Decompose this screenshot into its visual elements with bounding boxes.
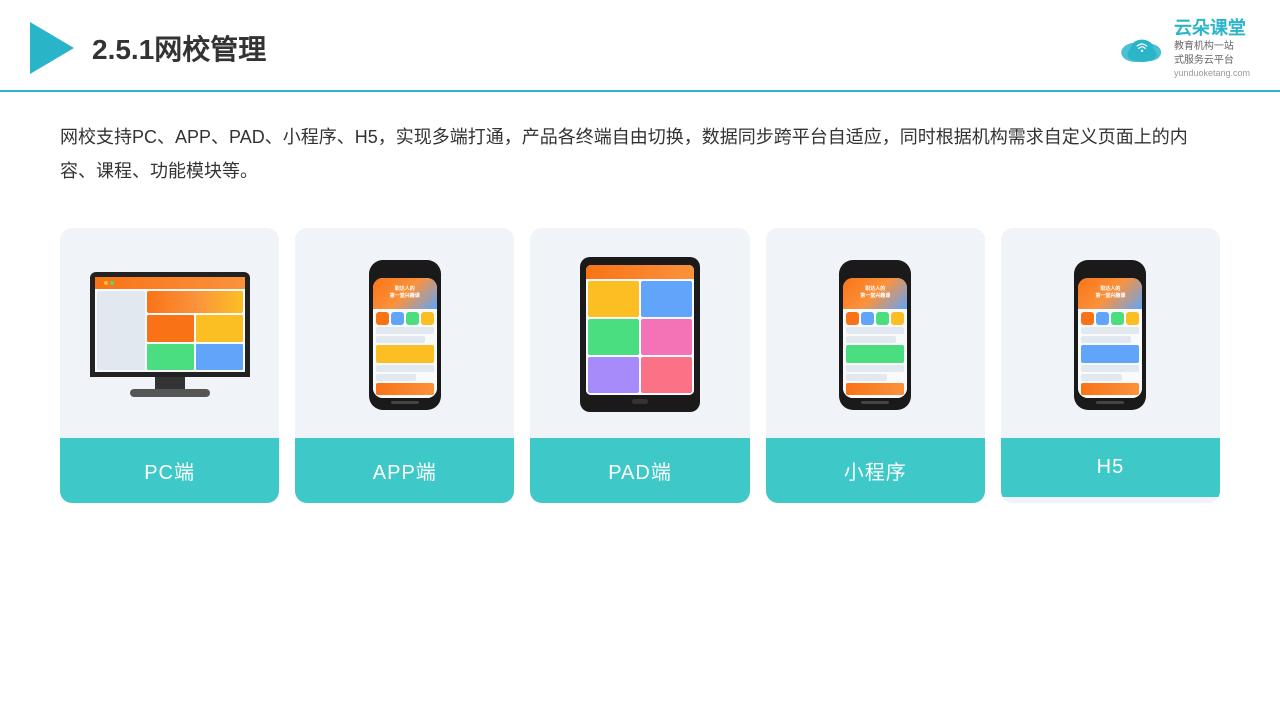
pc-neck: [155, 377, 185, 389]
card-pc-image: [60, 228, 279, 438]
brand-url: yunduoketang.com: [1174, 68, 1250, 78]
notch-banner-text: 职达人的第一堂兴趣课: [390, 286, 420, 300]
brand-sub-2: 式服务云平台: [1174, 54, 1234, 68]
h5-phone-notch-top: [1078, 264, 1142, 276]
pc-monitor: [90, 272, 250, 377]
card-miniprogram-label: 小程序: [766, 438, 985, 503]
h5-phone-screen: 职达人的第一堂兴趣课: [1078, 278, 1142, 398]
tablet-mockup: [580, 257, 700, 412]
miniprogram-phone-bottom-bar: [861, 401, 889, 404]
pc-device-mockup: [90, 272, 250, 397]
header-left: 2.5.1网校管理: [30, 22, 266, 74]
description-text: 网校支持PC、APP、PAD、小程序、H5，实现多端打通，产品各终端自由切换，数…: [0, 92, 1280, 198]
card-pc: PC端: [60, 228, 279, 503]
pc-screen-content: [95, 289, 245, 372]
card-miniprogram: 职达人的第一堂兴趣课: [766, 228, 985, 503]
phone-bottom-bar: [391, 401, 419, 404]
phone-notch-screen: 职达人的第一堂兴趣课: [373, 278, 437, 398]
miniprogram-screen-body: [843, 309, 907, 398]
notch-screen-body: [373, 309, 437, 398]
card-pc-label: PC端: [60, 438, 279, 503]
app-phone-mockup: 职达人的第一堂兴趣课: [369, 260, 441, 410]
pc-screen-top: [95, 277, 245, 289]
tablet-screen-content: [586, 279, 694, 395]
miniprogram-phone-mockup: 职达人的第一堂兴趣课: [839, 260, 911, 410]
header: 2.5.1网校管理 云朵课堂 教育机构一站 式服务云平台 yunduoketa: [0, 0, 1280, 92]
card-app: 职达人的第一堂兴趣课: [295, 228, 514, 503]
h5-phone-bottom-bar: [1096, 401, 1124, 404]
card-h5-label: H5: [1001, 438, 1220, 497]
pc-base: [130, 389, 210, 397]
tablet-home-button: [632, 399, 648, 404]
brand-sub-1: 教育机构一站: [1174, 40, 1234, 54]
tablet-screen-header: [586, 265, 694, 279]
miniprogram-banner: 职达人的第一堂兴趣课: [843, 278, 907, 309]
phone-notch-cutout: [394, 267, 416, 273]
cloud-icon: [1118, 30, 1166, 66]
card-h5: 职达人的第一堂兴趣课: [1001, 228, 1220, 503]
brand-logo: 云朵课堂 教育机构一站 式服务云平台 yunduoketang.com: [1118, 18, 1250, 78]
card-app-image: 职达人的第一堂兴趣课: [295, 228, 514, 438]
page-title: 2.5.1网校管理: [92, 28, 266, 68]
phone-notch-top: [373, 264, 437, 276]
miniprogram-banner-text: 职达人的第一堂兴趣课: [860, 286, 890, 300]
pc-screen: [95, 277, 245, 372]
h5-banner-text: 职达人的第一堂兴趣课: [1095, 286, 1125, 300]
notch-banner: 职达人的第一堂兴趣课: [373, 278, 437, 309]
miniprogram-phone-notch-top: [843, 264, 907, 276]
brand-text-block: 云朵课堂 教育机构一站 式服务云平台 yunduoketang.com: [1174, 18, 1250, 78]
card-miniprogram-image: 职达人的第一堂兴趣课: [766, 228, 985, 438]
miniprogram-phone-notch-cutout: [864, 267, 886, 273]
header-right: 云朵课堂 教育机构一站 式服务云平台 yunduoketang.com: [1118, 18, 1250, 78]
h5-phone-mockup: 职达人的第一堂兴趣课: [1074, 260, 1146, 410]
h5-phone-notch-cutout: [1099, 267, 1121, 273]
miniprogram-phone-screen: 职达人的第一堂兴趣课: [843, 278, 907, 398]
card-pad-image: [530, 228, 749, 438]
h5-banner: 职达人的第一堂兴趣课: [1078, 278, 1142, 309]
card-pad: PAD端: [530, 228, 749, 503]
logo-triangle-icon: [30, 22, 74, 74]
tablet-screen: [586, 265, 694, 395]
card-pad-label: PAD端: [530, 438, 749, 503]
card-app-label: APP端: [295, 438, 514, 503]
cards-section: PC端 职达人的第一堂兴趣课: [0, 208, 1280, 533]
h5-screen-body: [1078, 309, 1142, 398]
card-h5-image: 职达人的第一堂兴趣课: [1001, 228, 1220, 438]
brand-name: 云朵课堂: [1174, 18, 1246, 40]
